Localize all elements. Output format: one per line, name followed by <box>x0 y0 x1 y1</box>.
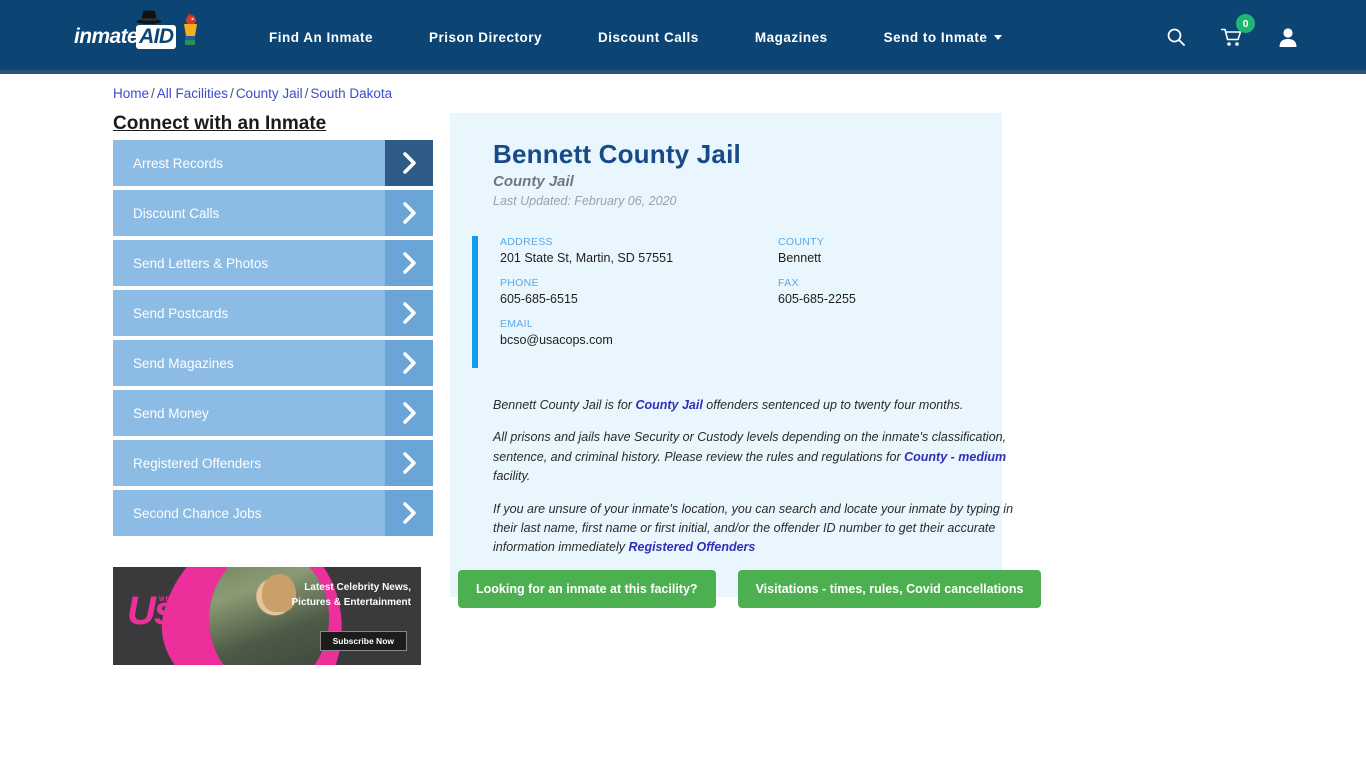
logo-text: inmateAID <box>74 25 176 49</box>
sidebar-nav: Arrest Records Discount Calls Send Lette… <box>113 140 433 540</box>
facility-last-updated: Last Updated: February 06, 2020 <box>493 194 980 208</box>
address-field: ADDRESS 201 State St, Martin, SD 57551 <box>500 236 778 265</box>
header-tools: 0 <box>1164 0 1300 74</box>
account-button[interactable] <box>1276 24 1300 50</box>
desc1-before: Bennett County Jail is for <box>493 398 635 412</box>
facility-type: County Jail <box>493 173 980 190</box>
desc1-link-county-jail[interactable]: County Jail <box>635 398 702 412</box>
breadcrumb-item-county-jail[interactable]: County Jail <box>236 86 303 101</box>
fax-label: FAX <box>778 277 980 289</box>
email-field: EMAIL bcso@usacops.com <box>500 318 778 347</box>
breadcrumb-item-home[interactable]: Home <box>113 86 149 101</box>
accent-bar <box>472 236 478 368</box>
sidebar-item-arrest-records[interactable]: Arrest Records <box>113 140 433 186</box>
nav-label: Prison Directory <box>429 30 542 45</box>
desc1-after: offenders sentenced up to twenty four mo… <box>703 398 964 412</box>
nav-item-send-to-inmate[interactable]: Send to Inmate <box>856 0 1031 74</box>
email-label: EMAIL <box>500 318 778 330</box>
facility-info-panel: Bennett County Jail County Jail Last Upd… <box>450 113 1002 597</box>
sidebar-item-label: Send Letters & Photos <box>113 256 268 271</box>
find-inmate-at-facility-button[interactable]: Looking for an inmate at this facility? <box>458 570 716 608</box>
desc3-link-registered-offenders[interactable]: Registered Offenders <box>628 540 755 554</box>
breadcrumb-separator: / <box>151 86 155 101</box>
chevron-right-icon <box>385 390 433 436</box>
ad-subscribe-button[interactable]: Subscribe Now <box>320 631 407 651</box>
breadcrumb-item-all-facilities[interactable]: All Facilities <box>157 86 228 101</box>
facility-description: Bennett County Jail is for County Jail o… <box>493 396 1021 558</box>
sidebar-item-send-postcards[interactable]: Send Postcards <box>113 290 433 336</box>
chevron-right-icon <box>385 290 433 336</box>
cart-count-badge: 0 <box>1236 14 1255 33</box>
nav-label: Magazines <box>755 30 828 45</box>
site-header: inmateAID Find An Inmate Prison Director… <box>0 0 1366 74</box>
sidebar-heading: Connect with an Inmate <box>113 113 326 135</box>
breadcrumb: Home/All Facilities/County Jail/South Da… <box>113 86 392 101</box>
county-field: COUNTY Bennett <box>778 236 980 265</box>
logo-text-primary: inmate <box>74 25 138 48</box>
site-logo[interactable]: inmateAID <box>74 16 192 58</box>
contact-grid: ADDRESS 201 State St, Martin, SD 57551 C… <box>500 236 980 347</box>
fax-field: FAX 605-685-2255 <box>778 277 980 306</box>
description-paragraph-3: If you are unsure of your inmate's locat… <box>493 500 1021 558</box>
phone-label: PHONE <box>500 277 778 289</box>
facility-name: Bennett County Jail <box>493 139 980 170</box>
description-paragraph-1: Bennett County Jail is for County Jail o… <box>493 396 1021 415</box>
chevron-right-icon <box>385 190 433 236</box>
phone-value: 605-685-6515 <box>500 292 778 306</box>
ad-copy-text: Latest Celebrity News, Pictures & Entert… <box>291 581 411 610</box>
breadcrumb-separator: / <box>230 86 234 101</box>
sidebar-item-label: Second Chance Jobs <box>113 506 261 521</box>
nav-item-find-an-inmate[interactable]: Find An Inmate <box>255 0 401 74</box>
chevron-right-icon <box>385 440 433 486</box>
sidebar-item-send-magazines[interactable]: Send Magazines <box>113 340 433 386</box>
sidebar-item-label: Send Money <box>113 406 209 421</box>
breadcrumb-item-south-dakota[interactable]: South Dakota <box>310 86 392 101</box>
user-icon <box>1278 27 1298 48</box>
address-label: ADDRESS <box>500 236 778 248</box>
chevron-right-icon <box>385 340 433 386</box>
advertisement-banner[interactable]: Us WEEKLY Latest Celebrity News, Picture… <box>113 567 421 665</box>
address-value: 201 State St, Martin, SD 57551 <box>500 251 778 265</box>
mascot-bird-icon <box>180 14 200 48</box>
cart-button[interactable]: 0 <box>1220 24 1244 50</box>
sidebar-item-label: Send Postcards <box>113 306 228 321</box>
mascot-hat-icon <box>136 10 162 24</box>
county-value: Bennett <box>778 251 980 265</box>
main-nav: Find An Inmate Prison Directory Discount… <box>255 0 1030 74</box>
county-label: COUNTY <box>778 236 980 248</box>
sidebar-item-label: Send Magazines <box>113 356 234 371</box>
sidebar-item-registered-offenders[interactable]: Registered Offenders <box>113 440 433 486</box>
chevron-right-icon <box>385 490 433 536</box>
logo-text-accent: AID <box>136 25 176 49</box>
sidebar-item-label: Discount Calls <box>113 206 219 221</box>
nav-item-discount-calls[interactable]: Discount Calls <box>570 0 727 74</box>
sidebar-item-second-chance-jobs[interactable]: Second Chance Jobs <box>113 490 433 536</box>
ad-brand-sublabel: WEEKLY <box>159 597 190 603</box>
nav-item-prison-directory[interactable]: Prison Directory <box>401 0 570 74</box>
sidebar-item-label: Registered Offenders <box>113 456 261 471</box>
facility-contact-block: ADDRESS 201 State St, Martin, SD 57551 C… <box>472 236 980 366</box>
sidebar-item-send-money[interactable]: Send Money <box>113 390 433 436</box>
description-paragraph-2: All prisons and jails have Security or C… <box>493 428 1021 486</box>
visitations-info-button[interactable]: Visitations - times, rules, Covid cancel… <box>738 570 1042 608</box>
chevron-right-icon <box>385 240 433 286</box>
chevron-down-icon <box>994 35 1002 40</box>
breadcrumb-separator: / <box>305 86 309 101</box>
fax-value: 605-685-2255 <box>778 292 980 306</box>
email-value: bcso@usacops.com <box>500 333 778 347</box>
desc2-link-county-medium[interactable]: County - medium <box>904 450 1006 464</box>
nav-label: Send to Inmate <box>884 30 988 45</box>
nav-item-magazines[interactable]: Magazines <box>727 0 856 74</box>
sidebar-item-send-letters-photos[interactable]: Send Letters & Photos <box>113 240 433 286</box>
search-button[interactable] <box>1164 24 1188 50</box>
cta-button-row: Looking for an inmate at this facility? … <box>458 570 1041 608</box>
search-icon <box>1166 27 1186 47</box>
phone-field: PHONE 605-685-6515 <box>500 277 778 306</box>
chevron-right-icon <box>385 140 433 186</box>
sidebar-item-discount-calls[interactable]: Discount Calls <box>113 190 433 236</box>
nav-label: Discount Calls <box>598 30 699 45</box>
nav-label: Find An Inmate <box>269 30 373 45</box>
desc2-after: facility. <box>493 469 530 483</box>
sidebar-item-label: Arrest Records <box>113 156 223 171</box>
